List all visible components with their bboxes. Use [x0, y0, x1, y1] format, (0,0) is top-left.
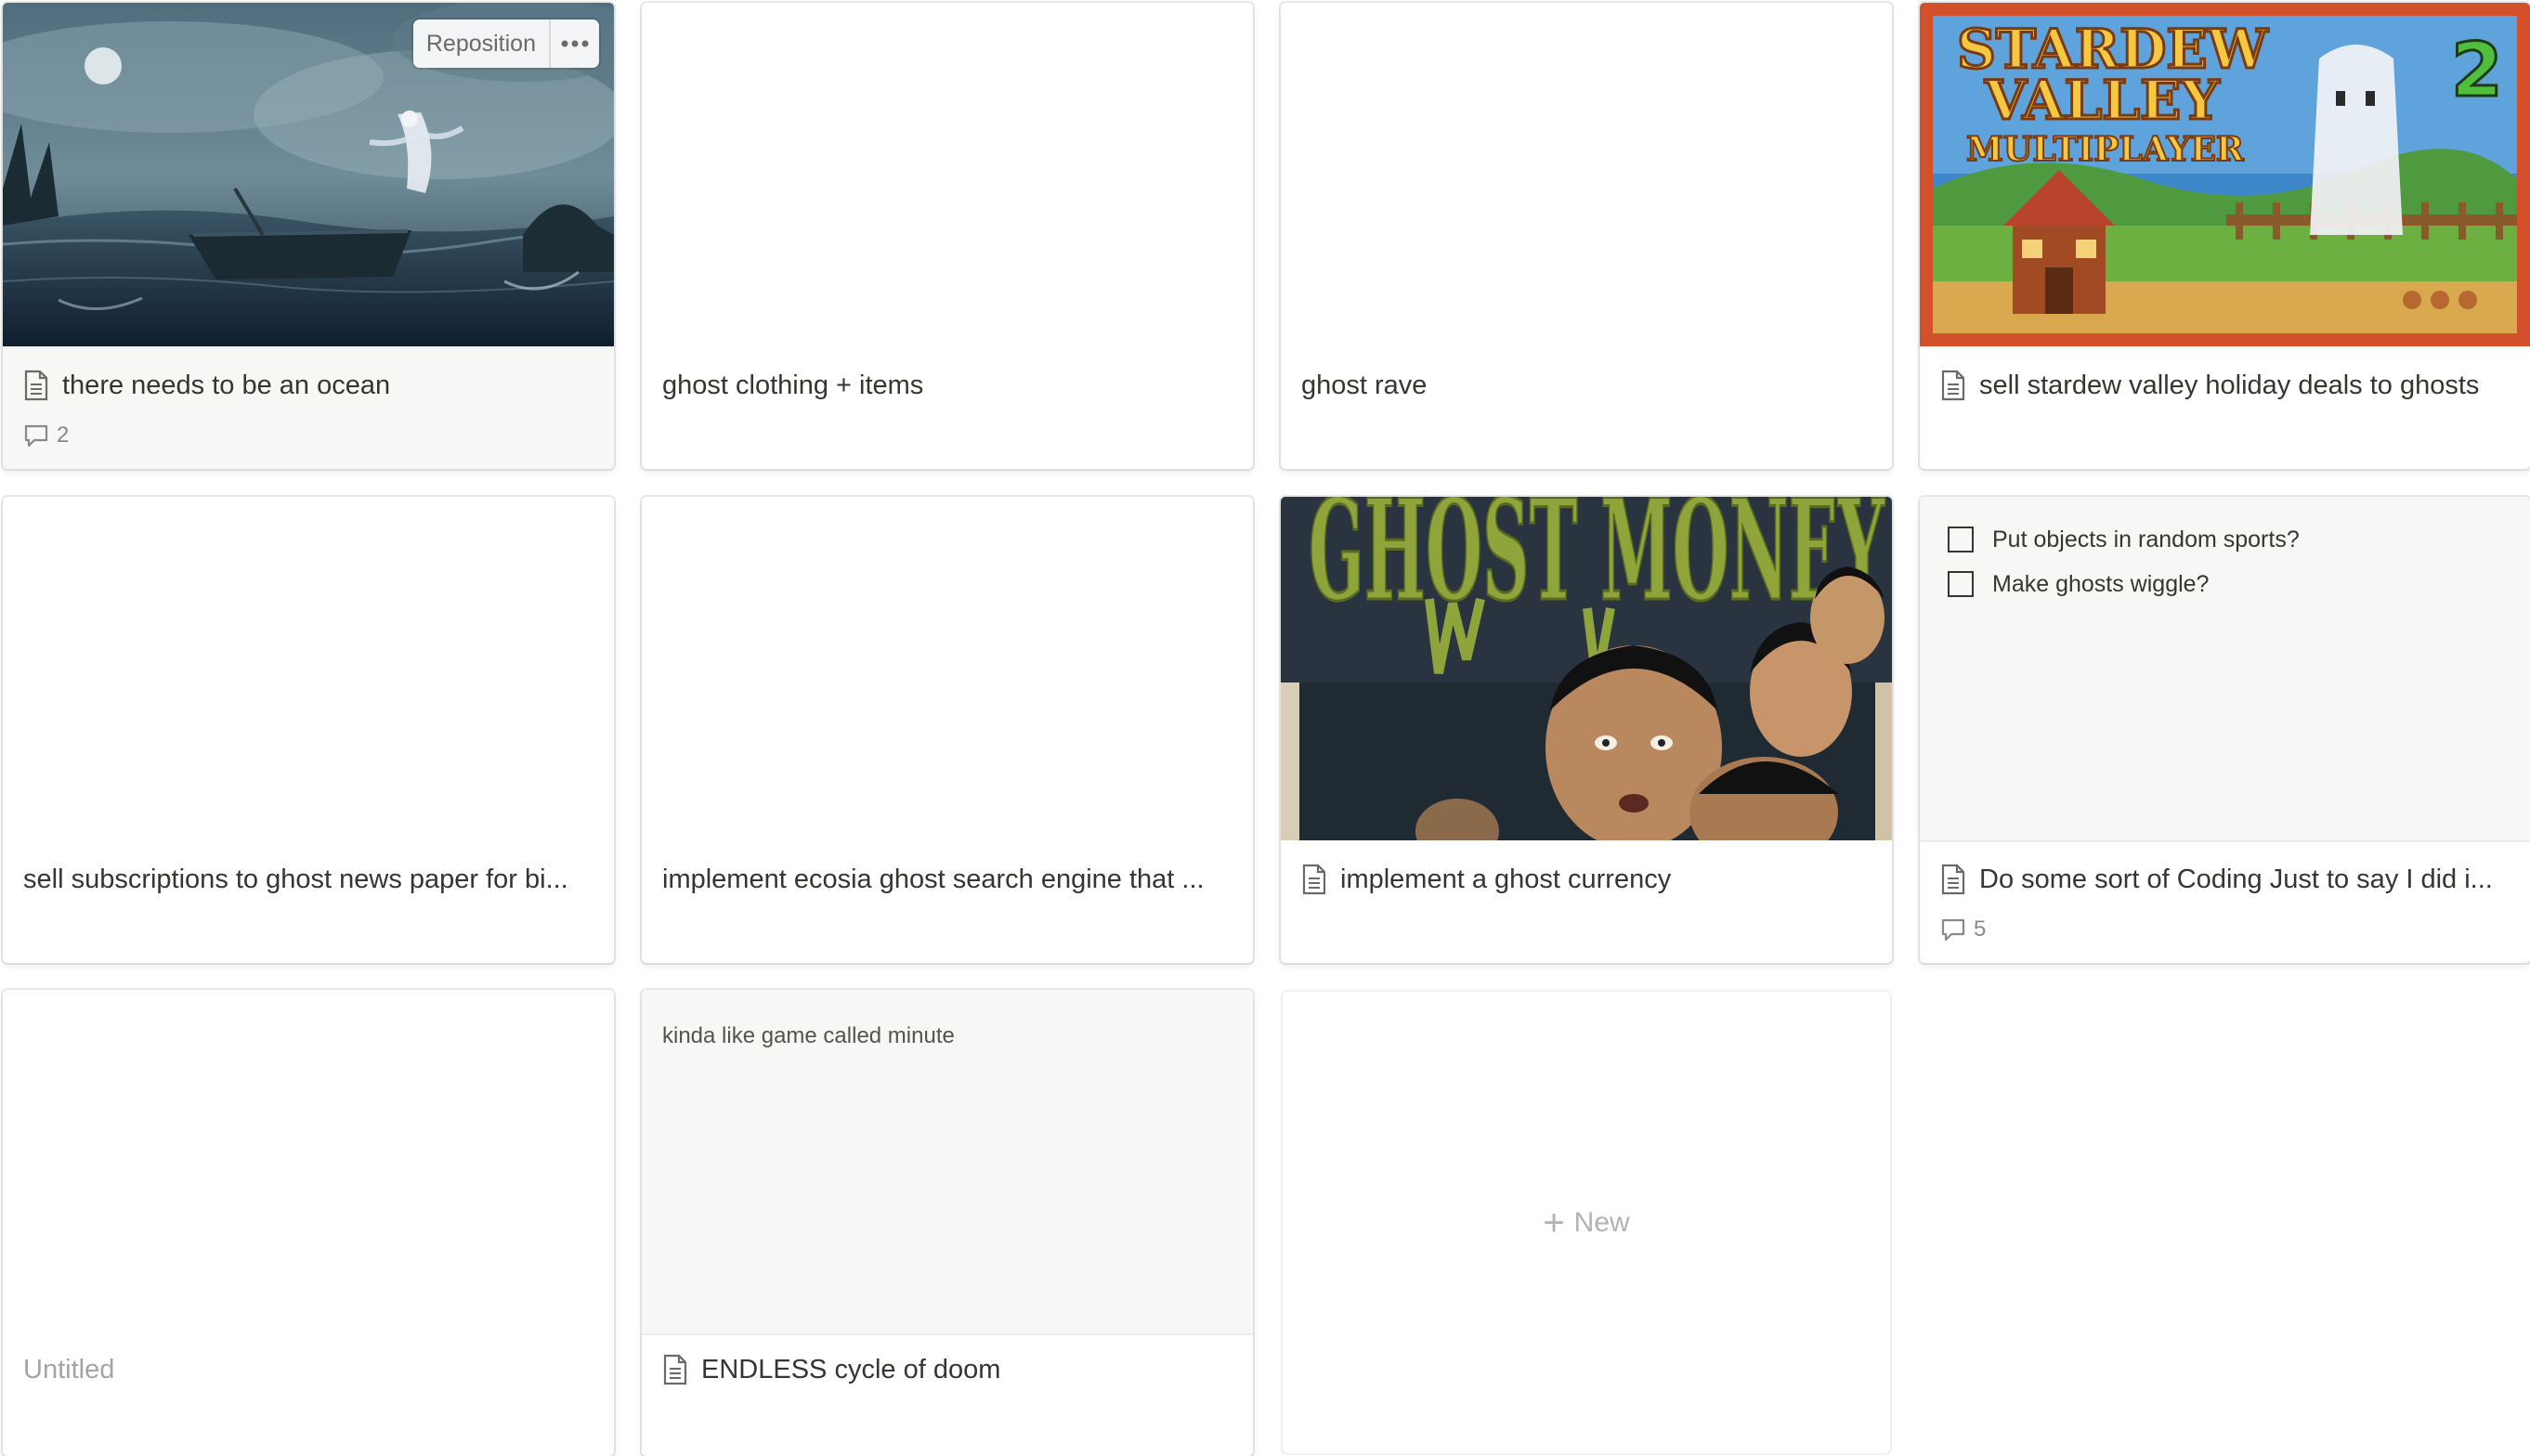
comment-count-value: 2: [57, 422, 70, 448]
stardew-number: 2: [2451, 27, 2503, 113]
card-title: sell stardew valley holiday deals to gho…: [1979, 370, 2480, 400]
todo-item: Put objects in random sports?: [1948, 517, 2300, 562]
card-title: sell subscriptions to ghost news paper f…: [23, 864, 568, 894]
card-title-row: sell stardew valley holiday deals to gho…: [1940, 364, 2510, 407]
card-title: ghost rave: [1301, 370, 1428, 400]
stardew-title-line3: MULTIPLAYER: [1966, 130, 2245, 169]
reposition-button[interactable]: Reposition: [413, 20, 549, 68]
card-title: Do some sort of Coding Just to say I did…: [1979, 864, 2493, 894]
comment-icon: [1941, 918, 1965, 942]
comment-count: 2: [23, 422, 69, 448]
new-card-content: + New: [1283, 992, 1890, 1453]
gallery-card-untitled[interactable]: Untitled: [3, 990, 614, 1456]
comment-count-value: 5: [1974, 916, 1987, 942]
card-preview-text: kinda like game called minute: [662, 1023, 955, 1048]
card-title-row: there needs to be an ocean: [23, 364, 593, 407]
todo-item-label: Put objects in random sports?: [1992, 526, 2300, 552]
card-title: there needs to be an ocean: [62, 370, 391, 400]
gallery-card-ghost-rave[interactable]: ghost rave: [1281, 3, 1892, 469]
card-title-row: sell subscriptions to ghost news paper f…: [23, 858, 593, 901]
gallery-card-endless-cycle[interactable]: kinda like game called minute ENDLESS cy…: [642, 990, 1253, 1456]
todo-checklist: Put objects in random sports? Make ghost…: [1948, 517, 2300, 606]
card-title-row: ghost rave: [1301, 364, 1871, 407]
card-title: implement a ghost currency: [1340, 864, 1672, 894]
gallery-card-ghost-clothing[interactable]: ghost clothing + items: [642, 3, 1253, 469]
todo-item: Make ghosts wiggle?: [1948, 562, 2300, 606]
comment-count: 5: [1940, 916, 1986, 942]
card-title: Untitled: [23, 1354, 115, 1384]
plus-icon: +: [1543, 1202, 1565, 1243]
gallery-card-ghost-currency[interactable]: GHOST MONEY implement a ghost currency: [1281, 497, 1892, 963]
card-content-preview: Put objects in random sports? Make ghost…: [1920, 497, 2530, 842]
gallery-card-coding[interactable]: Put objects in random sports? Make ghost…: [1920, 497, 2530, 963]
card-title: ENDLESS cycle of doom: [701, 1354, 1001, 1384]
new-card-label: New: [1573, 1206, 1630, 1238]
card-cover-image: STARDEW VALLEY MULTIPLAYER 2: [1920, 3, 2530, 346]
gallery-board: Reposition there needs to be an ocean 2 …: [0, 0, 2530, 1456]
new-card-button[interactable]: + New: [1283, 992, 1890, 1453]
page-icon: [1302, 864, 1326, 895]
card-cover-image: GHOST MONEY: [1281, 497, 1892, 840]
card-hover-menu: Reposition: [412, 20, 599, 68]
page-icon: [663, 1354, 687, 1385]
todo-item-label: Make ghosts wiggle?: [1992, 570, 2210, 597]
gallery-card-stardew[interactable]: STARDEW VALLEY MULTIPLAYER 2 sell starde…: [1920, 3, 2530, 469]
poster-title: GHOST MONEY: [1309, 497, 1885, 632]
ellipsis-icon[interactable]: [549, 20, 599, 68]
gallery-card-ocean[interactable]: Reposition there needs to be an ocean 2: [3, 3, 614, 469]
gallery-card-ghost-news[interactable]: sell subscriptions to ghost news paper f…: [3, 497, 614, 963]
stardew-title-line2: VALLEY: [1984, 69, 2220, 132]
card-title-row: Untitled: [23, 1348, 593, 1391]
page-icon: [1941, 864, 1965, 895]
page-icon: [24, 370, 48, 401]
gallery-card-ecosia[interactable]: implement ecosia ghost search engine tha…: [642, 497, 1253, 963]
checkbox[interactable]: [1948, 571, 1974, 597]
comment-icon: [24, 424, 48, 448]
card-title-row: ENDLESS cycle of doom: [662, 1348, 1232, 1391]
checkbox[interactable]: [1948, 526, 1974, 552]
card-title: ghost clothing + items: [662, 370, 924, 400]
card-title-row: implement a ghost currency: [1301, 858, 1871, 901]
card-title: implement ecosia ghost search engine tha…: [662, 864, 1205, 894]
card-content-preview: kinda like game called minute: [642, 990, 1253, 1335]
card-title-row: Do some sort of Coding Just to say I did…: [1940, 858, 2510, 901]
card-title-row: ghost clothing + items: [662, 364, 1232, 407]
page-icon: [1941, 370, 1965, 401]
card-title-row: implement ecosia ghost search engine tha…: [662, 858, 1232, 901]
